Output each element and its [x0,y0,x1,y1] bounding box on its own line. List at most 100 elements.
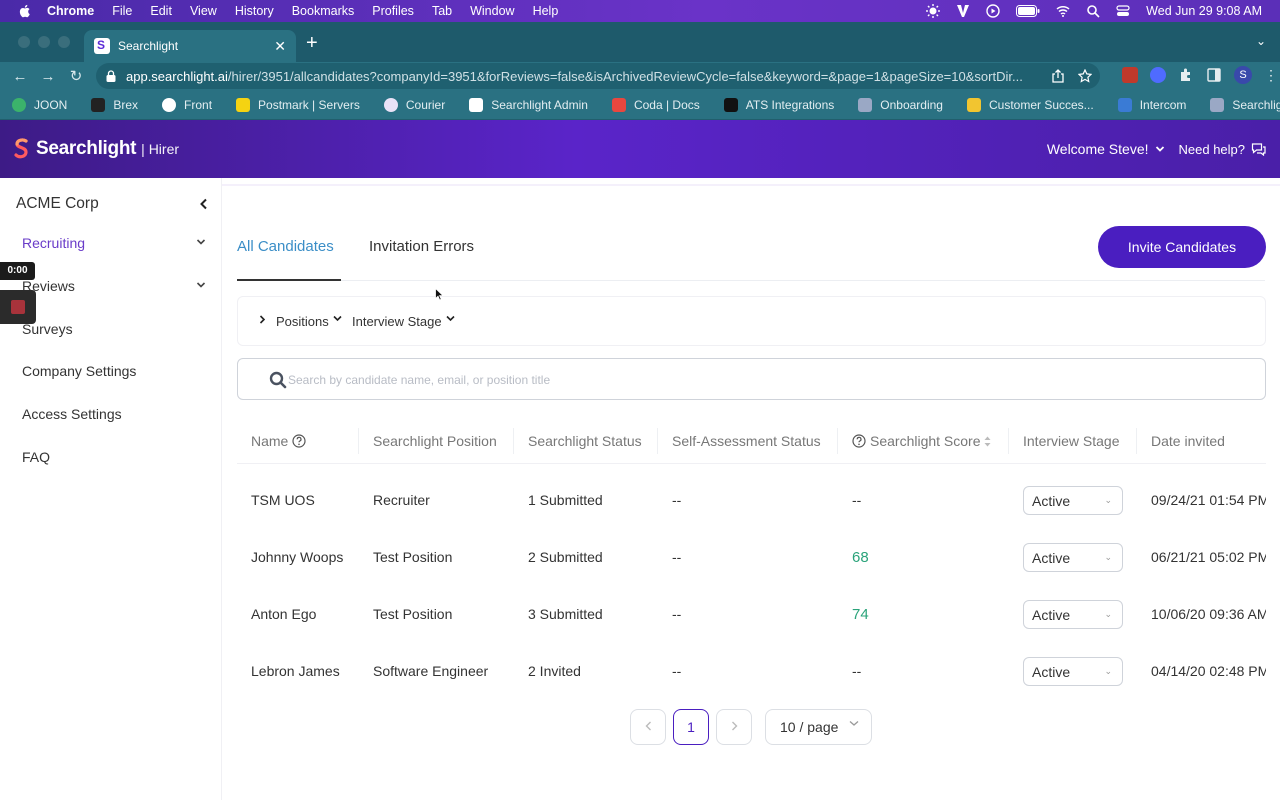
menu-edit[interactable]: Edit [150,4,172,18]
apple-icon[interactable] [17,3,33,19]
searchlight-score[interactable]: 68 [852,549,869,566]
browser-menu-icon[interactable]: ⋮ [1264,67,1278,83]
bookmark-brex[interactable]: Brex [91,97,138,112]
menu-view[interactable]: View [190,4,217,18]
tab-search-chevron-icon[interactable]: ⌄ [1256,34,1266,48]
tab-invitation-errors[interactable]: Invitation Errors [369,238,474,255]
help-circle-icon[interactable] [852,434,866,448]
battery-icon[interactable] [1016,5,1040,17]
column-searchlight-status[interactable]: Searchlight Status [528,433,642,449]
sidebar-item-company-settings[interactable]: Company Settings [22,363,136,379]
collapse-sidebar-icon[interactable] [199,197,209,213]
chevron-down-icon[interactable] [1155,144,1165,154]
browser-tab-searchlight[interactable]: Searchlight ✕ [84,30,296,62]
new-tab-icon[interactable]: + [306,32,318,55]
reload-icon[interactable]: ↻ [62,67,90,85]
extensions-puzzle-icon[interactable] [1178,67,1194,83]
bookmark-postmark[interactable]: Postmark | Servers [236,97,360,112]
page-1-button[interactable]: 1 [673,709,709,745]
spotlight-search-icon[interactable] [1086,4,1100,18]
lock-icon[interactable] [106,70,116,82]
page-size-select[interactable]: 10 / page [765,709,872,745]
chat-icon[interactable] [1251,142,1266,156]
forward-icon[interactable]: → [34,68,62,85]
column-name[interactable]: Name [251,433,306,449]
searchlight-logo[interactable]: Searchlight | Hirer [14,138,179,160]
interview-stage-filter[interactable]: Interview Stage [352,314,442,329]
table-row[interactable]: TSM UOS Recruiter 1 Submitted -- -- Acti… [237,472,1266,529]
column-date-invited[interactable]: Date invited [1151,433,1225,449]
expand-filters-icon[interactable] [259,315,266,327]
control-center-icon[interactable] [1116,4,1130,18]
help-circle-icon[interactable] [292,434,306,448]
wifi-icon[interactable] [1056,4,1070,18]
searchlight-score[interactable]: 74 [852,606,869,623]
sort-icon[interactable] [984,436,991,447]
bookmark-customer-success[interactable]: Customer Succes... [966,97,1094,112]
bookmark-ats[interactable]: ATS Integrations [723,97,834,112]
interview-stage-select[interactable]: Active ⌄ [1023,543,1123,572]
bookmark-coda[interactable]: Coda | Docs [611,97,700,112]
search-input[interactable] [288,370,1188,390]
table-row[interactable]: Johnny Woops Test Position 2 Submitted -… [237,529,1266,586]
menu-window[interactable]: Window [470,4,514,18]
maximize-window-button[interactable] [58,36,70,48]
positions-filter[interactable]: Positions [276,314,329,329]
profile-avatar[interactable]: S [1234,66,1252,84]
brightness-icon[interactable] [926,4,941,18]
candidate-name[interactable]: Johnny Woops [251,549,343,565]
close-tab-icon[interactable]: ✕ [274,38,286,55]
sidebar-item-faq[interactable]: FAQ [22,449,50,465]
play-icon[interactable] [986,4,1000,18]
sidebar-item-recruiting[interactable]: Recruiting [22,235,85,251]
welcome-menu[interactable]: Welcome Steve! [1047,141,1149,157]
need-help-link[interactable]: Need help? [1179,142,1246,157]
interview-stage-select[interactable]: Active ⌄ [1023,486,1123,515]
bookmark-searchlight-admin[interactable]: Searchlight Admin [469,97,588,112]
bookmark-joon[interactable]: JOON [12,97,67,112]
menubar-clock[interactable]: Wed Jun 29 9:08 AM [1146,4,1262,18]
bookmark-intercom[interactable]: Intercom [1117,97,1186,112]
menu-profiles[interactable]: Profiles [372,4,414,18]
chevron-down-icon[interactable] [196,280,206,292]
chevron-down-icon[interactable] [196,237,206,249]
prev-page-button[interactable] [630,709,666,745]
candidate-name[interactable]: TSM UOS [251,492,315,508]
close-window-button[interactable] [18,36,30,48]
share-icon[interactable] [1052,69,1064,83]
bookmark-front[interactable]: Front [162,97,212,112]
interview-stage-select[interactable]: Active ⌄ [1023,600,1123,629]
menu-help[interactable]: Help [533,4,559,18]
chevron-down-icon[interactable] [446,314,455,325]
next-page-button[interactable] [716,709,752,745]
table-row[interactable]: Anton Ego Test Position 3 Submitted -- 7… [237,586,1266,643]
invite-candidates-button[interactable]: Invite Candidates [1098,226,1266,268]
menu-history[interactable]: History [235,4,274,18]
menu-tab[interactable]: Tab [432,4,452,18]
extension-red-icon[interactable] [1122,67,1138,83]
column-searchlight-score[interactable]: Searchlight Score [852,433,991,449]
menu-bookmarks[interactable]: Bookmarks [292,4,355,18]
chevron-down-icon[interactable] [333,314,342,325]
extension-gear-icon[interactable] [1150,67,1166,83]
stop-recording-button[interactable] [0,290,36,324]
sidebar-item-access-settings[interactable]: Access Settings [22,406,122,422]
column-self-assessment-status[interactable]: Self-Assessment Status [672,433,821,449]
bookmark-searchlight-wiki[interactable]: Searchlight Wiki ·... [1210,97,1280,112]
candidate-name[interactable]: Lebron James [251,663,340,679]
bookmark-onboarding[interactable]: Onboarding [858,97,943,112]
tab-all-candidates[interactable]: All Candidates [237,238,334,255]
column-interview-stage[interactable]: Interview Stage [1023,433,1120,449]
sidepanel-icon[interactable] [1206,67,1222,83]
bookmark-courier[interactable]: Courier [383,97,445,112]
menu-file[interactable]: File [112,4,132,18]
bookmark-star-icon[interactable] [1078,69,1092,83]
minimize-window-button[interactable] [38,36,50,48]
candidate-name[interactable]: Anton Ego [251,606,316,622]
table-row[interactable]: Lebron James Software Engineer 2 Invited… [237,643,1266,700]
menu-app-name[interactable]: Chrome [47,4,94,18]
column-searchlight-position[interactable]: Searchlight Position [373,433,497,449]
v-app-icon[interactable] [956,4,970,18]
interview-stage-select[interactable]: Active ⌄ [1023,657,1123,686]
address-bar[interactable]: app.searchlight.ai/hirer/3951/allcandida… [96,63,1100,89]
